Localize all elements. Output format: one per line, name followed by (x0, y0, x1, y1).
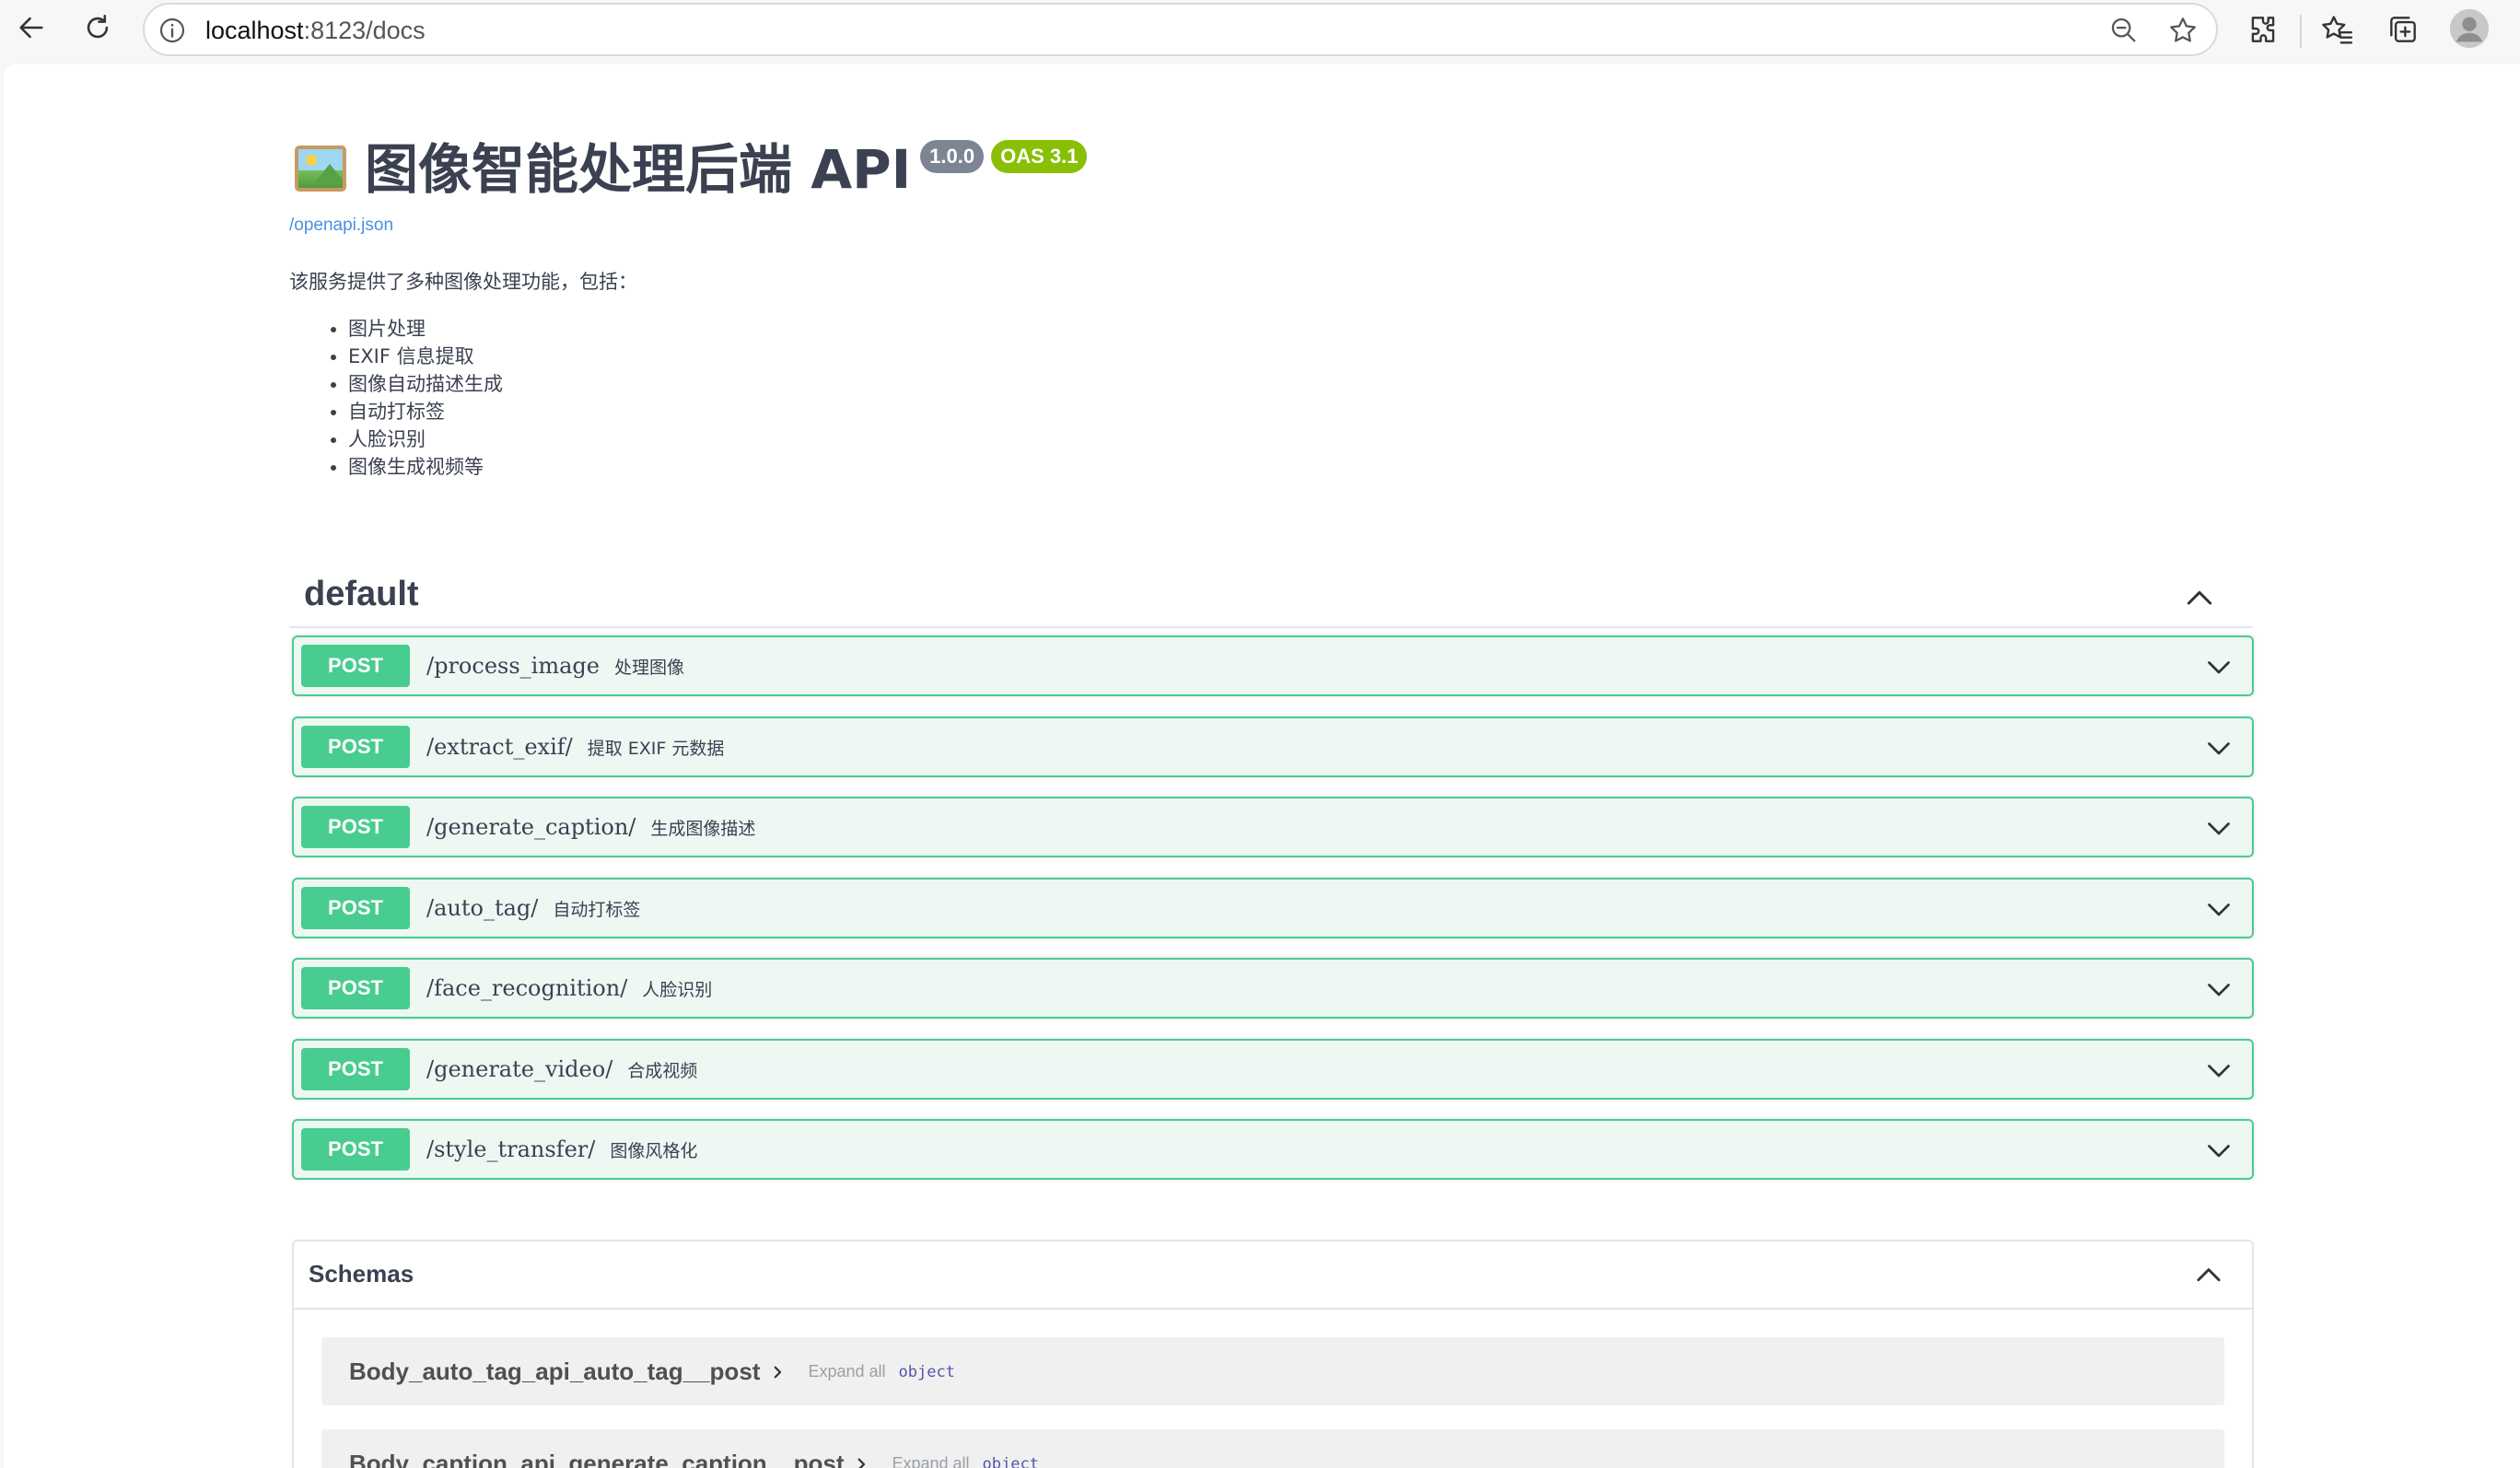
chevron-down-icon[interactable] (2202, 973, 2235, 1006)
chevron-up-icon[interactable] (2191, 1258, 2226, 1293)
operation-extract-exif[interactable]: POST /extract_exif/提取 EXIF 元数据 (292, 717, 2254, 777)
reload-icon (82, 12, 113, 43)
operation-path: /auto_tag/自动打标签 (426, 895, 641, 921)
model-type: object (982, 1454, 1039, 1468)
operation-style-transfer[interactable]: POST /style_transfer/图像风格化 (292, 1119, 2254, 1180)
openapi-json-link[interactable]: /openapi.json (289, 216, 393, 236)
feature-list: 图片处理 EXIF 信息提取 图像自动描述生成 自动打标签 人脸识别 图像生成视… (326, 315, 503, 481)
star-icon[interactable] (2166, 14, 2199, 47)
tag-section-default[interactable]: default (289, 562, 2253, 628)
model-name[interactable]: Body_auto_tag_api_auto_tag__post (349, 1357, 760, 1386)
extensions-icon[interactable] (2246, 12, 2281, 47)
operation-face-recognition[interactable]: POST /face_recognition/人脸识别 (292, 958, 2254, 1019)
collections-icon[interactable] (2386, 12, 2421, 47)
chevron-down-icon[interactable] (2202, 1054, 2235, 1087)
feature-item: 图片处理 (348, 315, 503, 343)
method-badge: POST (301, 1128, 410, 1171)
operation-generate-caption[interactable]: POST /generate_caption/生成图像描述 (292, 797, 2254, 857)
chevron-down-icon[interactable] (2202, 650, 2235, 683)
schemas-title: Schemas (309, 1260, 414, 1287)
operation-summary: 图像风格化 (610, 1141, 698, 1161)
operation-summary: 人脸识别 (642, 980, 713, 1000)
operation-path: /style_transfer/图像风格化 (426, 1136, 698, 1162)
operation-summary: 自动打标签 (553, 900, 641, 920)
chevron-up-icon[interactable] (2181, 580, 2218, 617)
toolbar-separator (2300, 15, 2302, 48)
feature-item: EXIF 信息提取 (348, 343, 503, 370)
operation-summary: 处理图像 (613, 658, 684, 678)
feature-item: 图像自动描述生成 (348, 370, 503, 398)
expand-all-button[interactable]: Expand all (808, 1362, 885, 1381)
schemas-section: Schemas Body_auto_tag_api_auto_tag__post… (292, 1240, 2254, 1468)
tag-name: default (304, 575, 419, 613)
chevron-down-icon[interactable] (2202, 811, 2235, 845)
schemas-header[interactable]: Schemas (294, 1241, 2252, 1310)
operation-path: /generate_video/合成视频 (426, 1056, 698, 1082)
method-badge: POST (301, 806, 410, 848)
url-host: localhost (205, 17, 304, 44)
address-bar[interactable]: localhost:8123/docs (143, 3, 2218, 56)
operation-path: /extract_exif/提取 EXIF 元数据 (426, 734, 725, 760)
oas-badge: OAS 3.1 (991, 140, 1088, 173)
api-title: 图像智能处理后端 API (365, 138, 912, 201)
chevron-down-icon[interactable] (2202, 1134, 2235, 1167)
operation-auto-tag[interactable]: POST /auto_tag/自动打标签 (292, 878, 2254, 938)
zoom-out-icon[interactable] (2108, 15, 2140, 46)
image-emoji-icon (295, 146, 346, 192)
url-text[interactable]: localhost:8123/docs (205, 17, 426, 45)
operation-summary: 合成视频 (627, 1061, 698, 1081)
operation-process-image[interactable]: POST /process_image 处理图像 (292, 635, 2254, 696)
method-badge: POST (301, 887, 410, 929)
chevron-down-icon[interactable] (2202, 892, 2235, 926)
info-icon[interactable] (158, 16, 187, 45)
url-path: :8123/docs (303, 17, 426, 44)
model-name[interactable]: Body_caption_api_generate_caption__post (349, 1450, 844, 1468)
feature-item: 自动打标签 (348, 398, 503, 425)
model-type: object (898, 1362, 955, 1381)
schema-model[interactable]: Body_caption_api_generate_caption__post … (321, 1429, 2224, 1468)
schema-model[interactable]: Body_auto_tag_api_auto_tag__post Expand … (321, 1337, 2224, 1405)
chevron-right-icon[interactable] (853, 1456, 869, 1468)
reload-button[interactable] (72, 2, 123, 53)
back-button[interactable] (6, 2, 57, 53)
method-badge: POST (301, 726, 410, 768)
version-badge: 1.0.0 (920, 140, 985, 173)
operation-summary: 生成图像描述 (650, 819, 756, 839)
operation-path: /face_recognition/人脸识别 (426, 975, 713, 1001)
api-title-block: 图像智能处理后端 API 1.0.0 OAS 3.1 (295, 136, 1088, 203)
api-description: 该服务提供了多种图像处理功能，包括： (289, 271, 637, 293)
swagger-page: 图像智能处理后端 API 1.0.0 OAS 3.1 /openapi.json… (4, 64, 2520, 1468)
browser-toolbar: localhost:8123/docs (0, 0, 2520, 64)
method-badge: POST (301, 645, 410, 687)
chevron-down-icon[interactable] (2202, 731, 2235, 764)
operation-path: /generate_caption/生成图像描述 (426, 814, 756, 840)
operation-path: /process_image 处理图像 (426, 653, 684, 679)
favorites-icon[interactable] (2319, 12, 2354, 47)
chevron-right-icon[interactable] (769, 1364, 786, 1381)
feature-item: 图像生成视频等 (348, 453, 503, 481)
operation-summary: 提取 EXIF 元数据 (587, 739, 725, 759)
method-badge: POST (301, 967, 410, 1009)
expand-all-button[interactable]: Expand all (892, 1454, 969, 1468)
back-arrow-icon (16, 12, 47, 43)
operation-generate-video[interactable]: POST /generate_video/合成视频 (292, 1039, 2254, 1100)
feature-item: 人脸识别 (348, 425, 503, 453)
method-badge: POST (301, 1048, 410, 1090)
profile-avatar-icon[interactable] (2448, 7, 2491, 50)
